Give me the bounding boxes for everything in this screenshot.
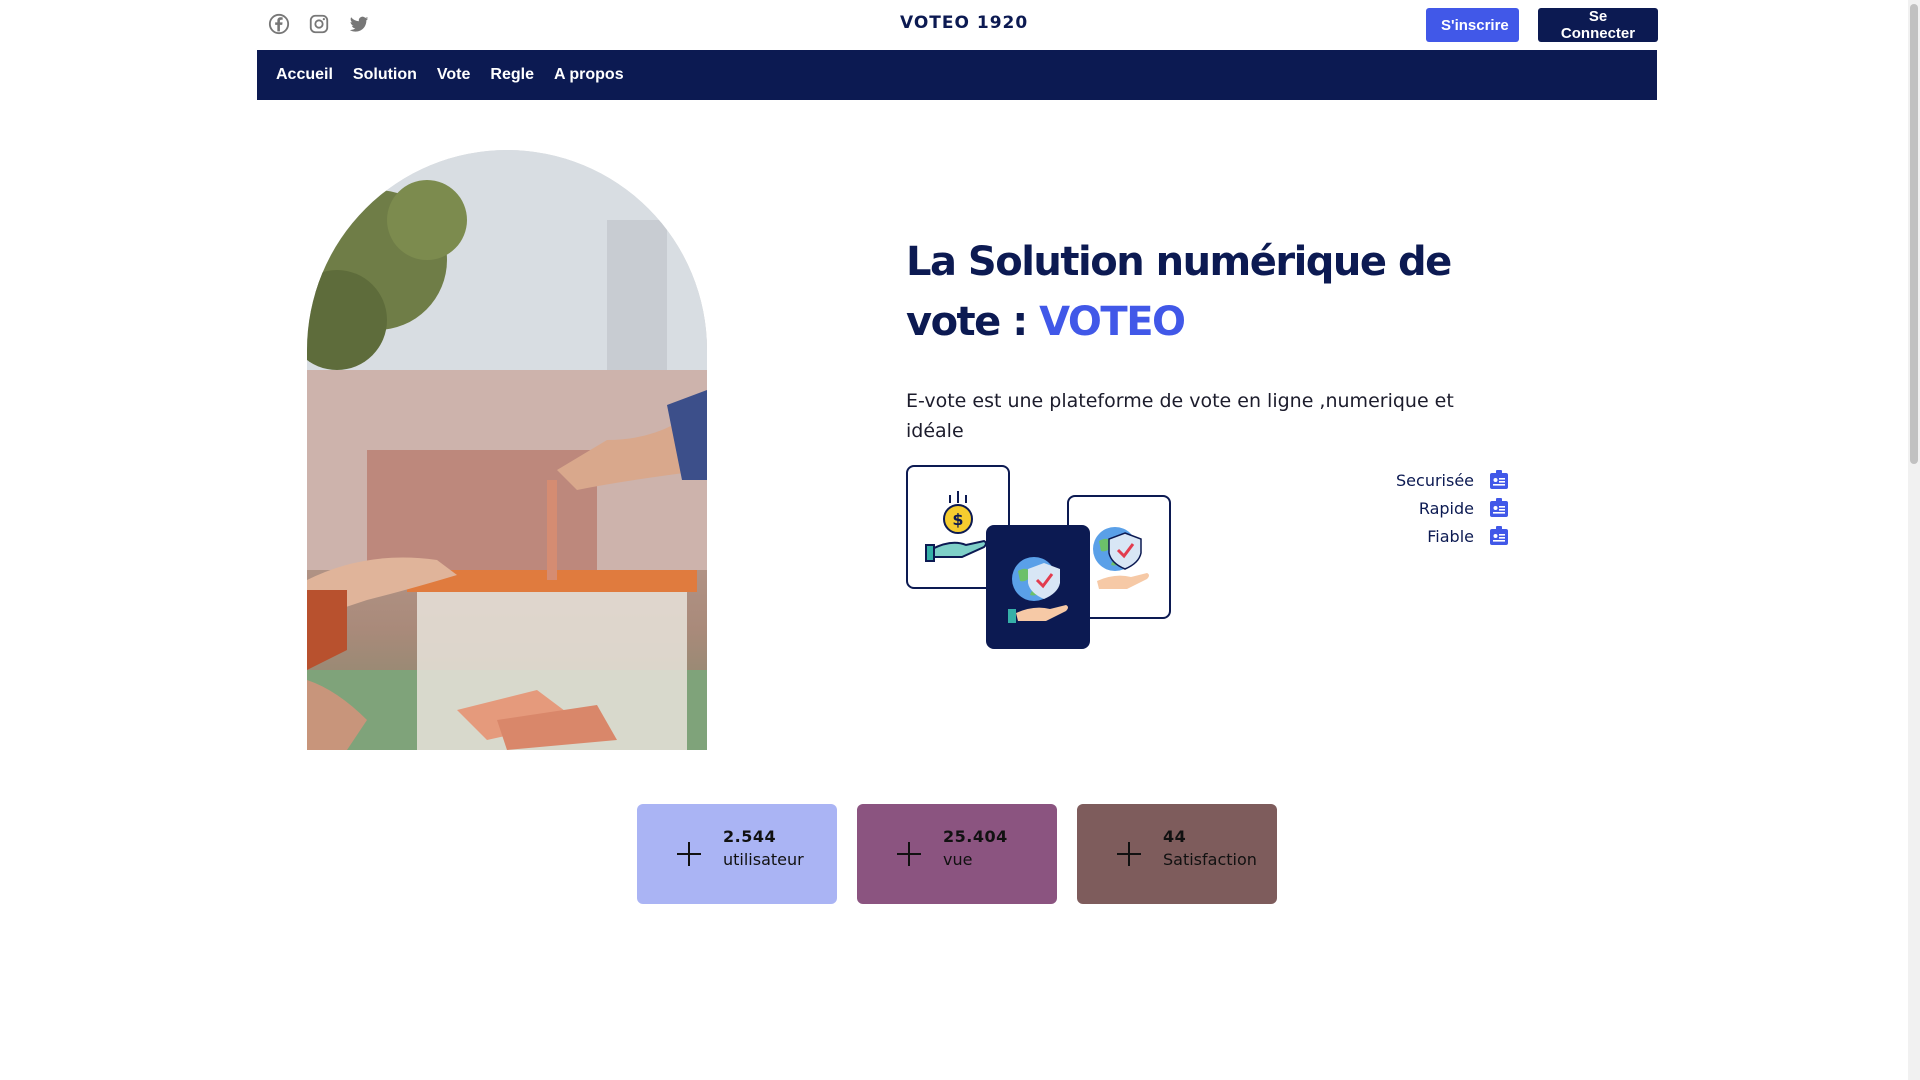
hero-title: La Solution numérique de vote : VOTEO [906,232,1466,352]
stat-label: utilisateur [723,850,804,869]
brand-logo[interactable]: VOTEO 1920 [900,13,1028,33]
nav-item-vote[interactable]: Vote [437,66,470,84]
main-nav: Accueil Solution Vote Regle A propos [257,50,1657,100]
plus-icon [677,842,701,866]
hero-title-accent: VOTEO [1039,299,1186,345]
twitter-icon[interactable] [347,12,371,36]
scrollbar-thumb[interactable] [1910,4,1918,464]
stat-value: 44 [1163,827,1187,846]
social-links [267,12,371,36]
nav-item-regle[interactable]: Regle [490,66,534,84]
login-button[interactable]: Se Connecter [1538,8,1658,42]
feature-item: Fiable [1380,522,1510,550]
feature-label: Securisée [1396,470,1474,490]
nav-item-a-propos[interactable]: A propos [554,66,624,84]
svg-text:$: $ [952,510,963,529]
feature-item: Rapide [1380,494,1510,522]
id-badge-icon [1488,525,1510,547]
stat-card-satisfaction[interactable]: 44 Satisfaction [1077,804,1277,904]
hero-description: E-vote est une plateforme de vote en lig… [906,390,1454,442]
top-bar: VOTEO 1920 S'inscrire Se Connecter [257,0,1658,50]
stat-card-views[interactable]: 25.404 vue [857,804,1057,904]
nav-item-accueil[interactable]: Accueil [276,66,333,84]
plus-icon [897,842,921,866]
instagram-icon[interactable] [307,12,331,36]
feature-label: Fiable [1427,526,1474,546]
facebook-icon[interactable] [267,12,291,36]
stat-label: Satisfaction [1163,850,1257,869]
signup-button[interactable]: S'inscrire [1426,8,1519,42]
id-badge-icon [1488,497,1510,519]
stat-card-users[interactable]: 2.544 utilisateur [637,804,837,904]
globe-shield-icon [1093,527,1149,589]
plus-icon [1117,842,1141,866]
nav-item-solution[interactable]: Solution [353,66,417,84]
feature-list: Securisée Rapide Fiable [1380,466,1510,550]
id-badge-icon [1488,469,1510,491]
hero-image [307,150,707,750]
stat-value: 25.404 [943,827,1008,846]
page-scrollbar[interactable] [1908,0,1920,1080]
globe-hand-card [986,525,1090,649]
stat-label: vue [943,850,973,869]
feature-item: Securisée [1380,466,1510,494]
feature-label: Rapide [1418,498,1474,518]
money-hand-icon: $ [925,491,987,562]
globe-hand-icon [1008,557,1068,623]
stat-value: 2.544 [723,827,777,846]
